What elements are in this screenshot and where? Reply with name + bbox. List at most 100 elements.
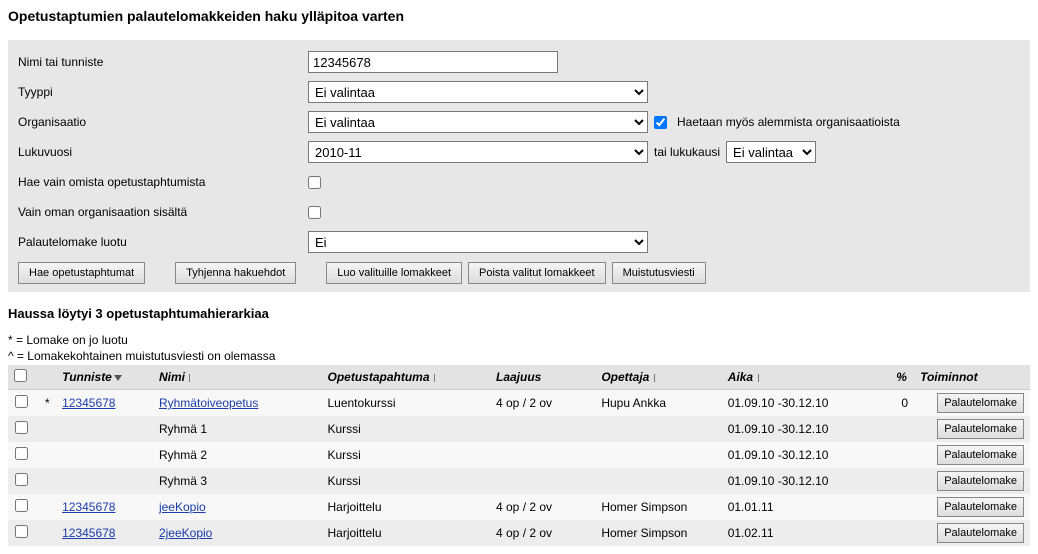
opettaja-text [595,416,721,442]
tyyppi-select[interactable]: Ei valintaa [308,81,648,103]
row-checkbox[interactable] [15,499,28,512]
label-tyyppi: Tyyppi [18,85,308,99]
nimi-link[interactable]: Ryhmätoiveopetus [159,396,258,410]
pct-text [890,494,914,520]
palautelomake-button[interactable]: Palautelomake [937,523,1024,543]
alemmista-checkbox[interactable] [654,116,667,129]
header-nimi[interactable]: Nimi [153,365,322,390]
luo-button[interactable]: Luo valituille lomakkeet [326,262,462,284]
row-checkbox[interactable] [15,447,28,460]
label-vain-oman: Vain oman organisaation sisältä [18,205,308,219]
opetustapahtuma-text: Luentokurssi [321,390,490,417]
header-tunniste[interactable]: Tunniste [56,365,153,390]
pct-text [890,468,914,494]
hae-omista-checkbox[interactable] [308,176,321,189]
palautelomake-button[interactable]: Palautelomake [937,393,1024,413]
nimi-link[interactable]: jeeKopio [159,500,206,514]
opetustapahtuma-text: Kurssi [321,442,490,468]
aika-text: 01.09.10 -30.12.10 [722,416,891,442]
sort-icon [651,373,657,383]
muistutus-button[interactable]: Muistutusviesti [612,262,706,284]
row-mark [39,520,57,546]
opetustapahtuma-text: Harjoittelu [321,494,490,520]
organisaatio-select[interactable]: Ei valintaa [308,111,648,133]
page-title: Opetustaptumien palautelomakkeiden haku … [8,8,1030,24]
row-checkbox[interactable] [15,421,28,434]
row-checkbox[interactable] [15,525,28,538]
table-row: 123456782jeeKopioHarjoittelu4 op / 2 ovH… [8,520,1030,546]
poista-button[interactable]: Poista valitut lomakkeet [468,262,606,284]
tyhjenna-button[interactable]: Tyhjenna hakuehdot [175,262,296,284]
header-opetustapahtuma[interactable]: Opetustapahtuma [321,365,490,390]
label-hae-omista: Hae vain omista opetustaphtumista [18,175,308,189]
row-mark [39,468,57,494]
sort-icon [432,373,438,383]
row-checkbox[interactable] [15,473,28,486]
search-panel: Nimi tai tunniste Tyyppi Ei valintaa Org… [8,40,1030,292]
label-organisaatio: Organisaatio [18,115,308,129]
nimi-text: Ryhmä 1 [153,416,322,442]
aika-text: 01.02.11 [722,520,891,546]
legend-caret: ^ = Lomakekohtainen muistutusviesti on o… [8,349,1030,363]
nimi-link[interactable]: 2jeeKopio [159,526,212,540]
tunniste-link[interactable]: 12345678 [62,396,115,410]
sort-desc-icon [114,375,122,381]
nimi-text: Ryhmä 3 [153,468,322,494]
laajuus-text [490,468,595,494]
header-opettaja[interactable]: Opettaja [595,365,721,390]
table-row: * 12345678 Ryhmätoiveopetus Luentokurssi4 o… [8,390,1030,417]
aika-text: 01.01.11 [722,494,891,520]
row-mark [39,442,57,468]
pct-text: 0 [890,390,914,417]
hae-button[interactable]: Hae opetustaphtumat [18,262,145,284]
opetustapahtuma-text: Kurssi [321,416,490,442]
palautelomake-button[interactable]: Palautelomake [937,419,1024,439]
laajuus-text [490,416,595,442]
table-row: 12345678 jeeKopio Harjoittelu4 op / 2 ovHo… [8,494,1030,520]
alemmista-label: Haetaan myös alemmista organisaatioista [677,115,900,129]
nimi-text: Ryhmä 2 [153,442,322,468]
label-nimi: Nimi tai tunniste [18,55,308,69]
opettaja-text: Homer Simpson [595,520,721,546]
aika-text: 01.09.10 -30.12.10 [722,468,891,494]
opettaja-text [595,442,721,468]
laajuus-text [490,442,595,468]
palautelomake-button[interactable]: Palautelomake [937,445,1024,465]
header-aika[interactable]: Aika [722,365,891,390]
lukuvuosi-select[interactable]: 2010-11 [308,141,648,163]
table-row: Ryhmä 1Kurssi 01.09.10 -30.12.10 Palautelo… [8,416,1030,442]
lukukausi-select[interactable]: Ei valintaa [726,141,816,163]
table-row: Ryhmä 3Kurssi01.09.10 -30.12.10Palautelo… [8,468,1030,494]
pct-text [890,442,914,468]
aika-text: 01.09.10 -30.12.10 [722,442,891,468]
opettaja-text [595,468,721,494]
nimi-input[interactable] [308,51,558,73]
label-palaute-luotu: Palautelomake luotu [18,235,308,249]
header-pct: % [890,365,914,390]
aika-text: 01.09.10 -30.12.10 [722,390,891,417]
label-lukuvuosi: Lukuvuosi [18,145,308,159]
sort-icon [755,373,761,383]
laajuus-text: 4 op / 2 ov [490,390,595,417]
table-row: Ryhmä 2Kurssi 01.09.10 -30.12.10 Palautelo… [8,442,1030,468]
opetustapahtuma-text: Harjoittelu [321,520,490,546]
opettaja-text: Hupu Ankka [595,390,721,417]
palaute-luotu-select[interactable]: Ei [308,231,648,253]
laajuus-text: 4 op / 2 ov [490,494,595,520]
header-laajuus: Laajuus [490,365,595,390]
tunniste-link[interactable]: 12345678 [62,526,115,540]
tunniste-link[interactable]: 12345678 [62,500,115,514]
results-title: Haussa löytyi 3 opetustaphtumahierarkiaa [8,306,1030,321]
pct-text [890,520,914,546]
tai-lukukausi-label: tai lukukausi [654,145,720,159]
opettaja-text: Homer Simpson [595,494,721,520]
row-checkbox[interactable] [15,395,28,408]
sort-icon [187,373,193,383]
palautelomake-button[interactable]: Palautelomake [937,471,1024,491]
select-all-checkbox[interactable] [14,369,27,382]
row-mark: * [39,390,57,417]
vain-oman-checkbox[interactable] [308,206,321,219]
results-table: Tunniste Nimi Opetustapahtuma Laajuus Op… [8,365,1030,546]
palautelomake-button[interactable]: Palautelomake [937,497,1024,517]
legend-star: * = Lomake on jo luotu [8,333,1030,347]
